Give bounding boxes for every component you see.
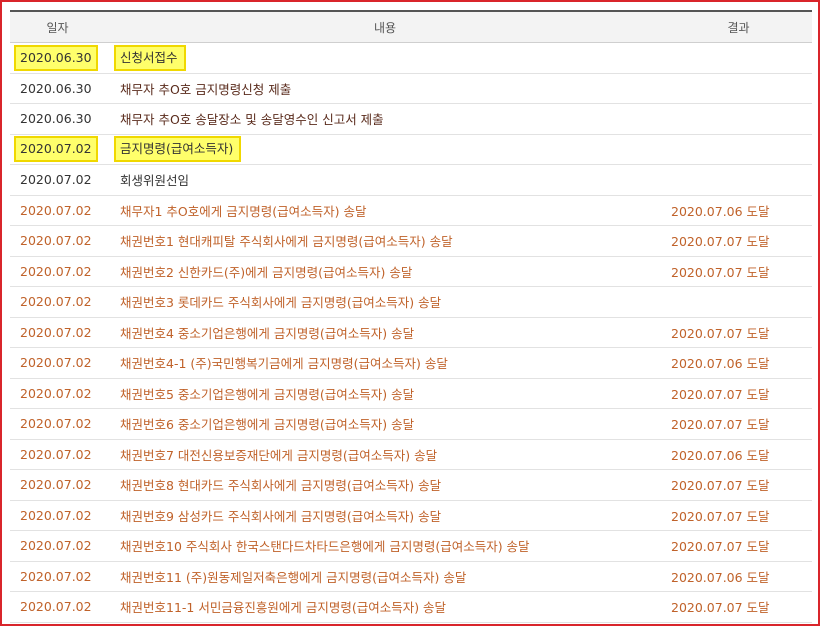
table-row: 2020.07.02 채무자1 추O호에게 금지명령(급여소득자) 송달 202…: [10, 195, 812, 226]
table-row: 2020.06.30 신청서접수: [10, 42, 812, 74]
table-row: 2020.07.02 채권번호10 주식회사 한국스탠다드차타드은행에게 금지명…: [10, 530, 812, 562]
row-content: 채권번호7 대전신용보증재단에게 금지명령(급여소득자) 송달: [105, 439, 665, 470]
row-content: 채권번호9 삼성카드 주식회사에게 금지명령(급여소득자) 송달: [105, 500, 665, 531]
row-date: 2020.07.02: [10, 591, 105, 623]
row-result: 2020.07.06 도달: [665, 561, 812, 592]
row-content: 채권번호3 롯데카드 주식회사에게 금지명령(급여소득자) 송달: [105, 286, 665, 318]
row-result: 2020.07.07 도달: [665, 591, 812, 623]
case-history-table: 일자 내용 결과 2020.06.30 신청서접수 2020.06.30 채무자…: [10, 10, 812, 623]
row-date: 2020.06.30: [10, 103, 105, 135]
row-result: [665, 42, 812, 74]
row-content: 채권번호11 (주)원동제일저축은행에게 금지명령(급여소득자) 송달: [105, 561, 665, 592]
table-row: 2020.07.02 회생위원선임: [10, 164, 812, 196]
row-date: 2020.07.02: [10, 317, 105, 348]
table-row: 2020.07.02 채권번호4-1 (주)국민행복기금에게 금지명령(급여소득…: [10, 347, 812, 379]
row-result: [665, 134, 812, 165]
row-result: 2020.07.07 도달: [665, 469, 812, 501]
row-content: 신청서접수: [114, 44, 186, 71]
row-result: [665, 73, 812, 104]
row-date: 2020.07.02: [10, 225, 105, 257]
table-row: 2020.07.02 채권번호9 삼성카드 주식회사에게 금지명령(급여소득자)…: [10, 500, 812, 531]
row-content: 채권번호8 현대카드 주식회사에게 금지명령(급여소득자) 송달: [105, 469, 665, 501]
row-result: 2020.07.06 도달: [665, 347, 812, 379]
row-content: 채권번호11-1 서민금융진흥원에게 금지명령(급여소득자) 송달: [105, 591, 665, 623]
table-row: 2020.07.02 채권번호1 현대캐피탈 주식회사에게 금지명령(급여소득자…: [10, 225, 812, 257]
row-result: 2020.07.07 도달: [665, 256, 812, 287]
row-date: 2020.07.02: [10, 347, 105, 379]
row-date: 2020.07.02: [10, 286, 105, 318]
table-row: 2020.07.02 채권번호6 중소기업은행에게 금지명령(급여소득자) 송달…: [10, 408, 812, 440]
row-content: 회생위원선임: [105, 164, 665, 196]
table-row: 2020.07.02 채권번호5 중소기업은행에게 금지명령(급여소득자) 송달…: [10, 378, 812, 409]
row-date: 2020.07.02: [10, 530, 105, 562]
row-content: 채권번호1 현대캐피탈 주식회사에게 금지명령(급여소득자) 송달: [105, 225, 665, 257]
table-row: 2020.07.02 채권번호4 중소기업은행에게 금지명령(급여소득자) 송달…: [10, 317, 812, 348]
row-result: [665, 103, 812, 135]
row-result: 2020.07.06 도달: [665, 439, 812, 470]
table-row: 2020.06.30 채무자 추O호 금지명령신청 제출: [10, 73, 812, 104]
row-content: 채권번호6 중소기업은행에게 금지명령(급여소득자) 송달: [105, 408, 665, 440]
row-content: 채권번호10 주식회사 한국스탠다드차타드은행에게 금지명령(급여소득자) 송달: [105, 530, 665, 562]
table-row: 2020.07.02 채권번호11 (주)원동제일저축은행에게 금지명령(급여소…: [10, 561, 812, 592]
table-row: 2020.07.02 채권번호8 현대카드 주식회사에게 금지명령(급여소득자)…: [10, 469, 812, 501]
table-row: 2020.07.02 금지명령(급여소득자): [10, 134, 812, 165]
header-date: 일자: [10, 10, 105, 43]
row-content: 채권번호2 신한카드(주)에게 금지명령(급여소득자) 송달: [105, 256, 665, 287]
row-content: 금지명령(급여소득자): [113, 136, 242, 163]
row-content: 채권번호4-1 (주)국민행복기금에게 금지명령(급여소득자) 송달: [105, 347, 665, 379]
row-date: 2020.07.02: [10, 500, 105, 531]
row-result: 2020.07.06 도달: [665, 195, 812, 226]
table-row: 2020.07.02 채권번호7 대전신용보증재단에게 금지명령(급여소득자) …: [10, 439, 812, 470]
row-date: 2020.07.02: [10, 469, 105, 501]
row-result: 2020.07.07 도달: [665, 317, 812, 348]
row-content: 채무자 추O호 금지명령신청 제출: [105, 73, 665, 104]
table-row: 2020.06.30 채무자 추O호 송달장소 및 송달영수인 신고서 제출: [10, 103, 812, 135]
row-date: 2020.07.02: [10, 164, 105, 196]
table-row: 2020.07.02 채권번호3 롯데카드 주식회사에게 금지명령(급여소득자)…: [10, 286, 812, 318]
table-header: 일자 내용 결과: [10, 10, 812, 43]
row-result: 2020.07.07 도달: [665, 530, 812, 562]
row-result: [665, 286, 812, 318]
header-result: 결과: [665, 10, 812, 43]
row-content: 채무자1 추O호에게 금지명령(급여소득자) 송달: [105, 195, 665, 226]
table-row: 2020.07.02 채권번호2 신한카드(주)에게 금지명령(급여소득자) 송…: [10, 256, 812, 287]
row-result: 2020.07.07 도달: [665, 408, 812, 440]
row-result: 2020.07.07 도달: [665, 225, 812, 257]
row-content: 채권번호4 중소기업은행에게 금지명령(급여소득자) 송달: [105, 317, 665, 348]
row-date: 2020.06.30: [10, 73, 105, 104]
row-date: 2020.07.02: [14, 136, 98, 163]
row-date: 2020.07.02: [10, 408, 105, 440]
row-result: [665, 164, 812, 196]
row-date: 2020.07.02: [10, 439, 105, 470]
row-date: 2020.07.02: [10, 561, 105, 592]
row-content: 채무자 추O호 송달장소 및 송달영수인 신고서 제출: [105, 103, 665, 135]
row-date: 2020.07.02: [10, 195, 105, 226]
row-result: 2020.07.07 도달: [665, 500, 812, 531]
screenshot-frame: 일자 내용 결과 2020.06.30 신청서접수 2020.06.30 채무자…: [0, 0, 820, 626]
row-result: 2020.07.07 도달: [665, 378, 812, 409]
row-date: 2020.06.30: [14, 44, 98, 71]
row-content: 채권번호5 중소기업은행에게 금지명령(급여소득자) 송달: [105, 378, 665, 409]
header-content: 내용: [105, 10, 665, 43]
row-date: 2020.07.02: [10, 378, 105, 409]
table-row: 2020.07.02 채권번호11-1 서민금융진흥원에게 금지명령(급여소득자…: [10, 591, 812, 623]
row-date: 2020.07.02: [10, 256, 105, 287]
